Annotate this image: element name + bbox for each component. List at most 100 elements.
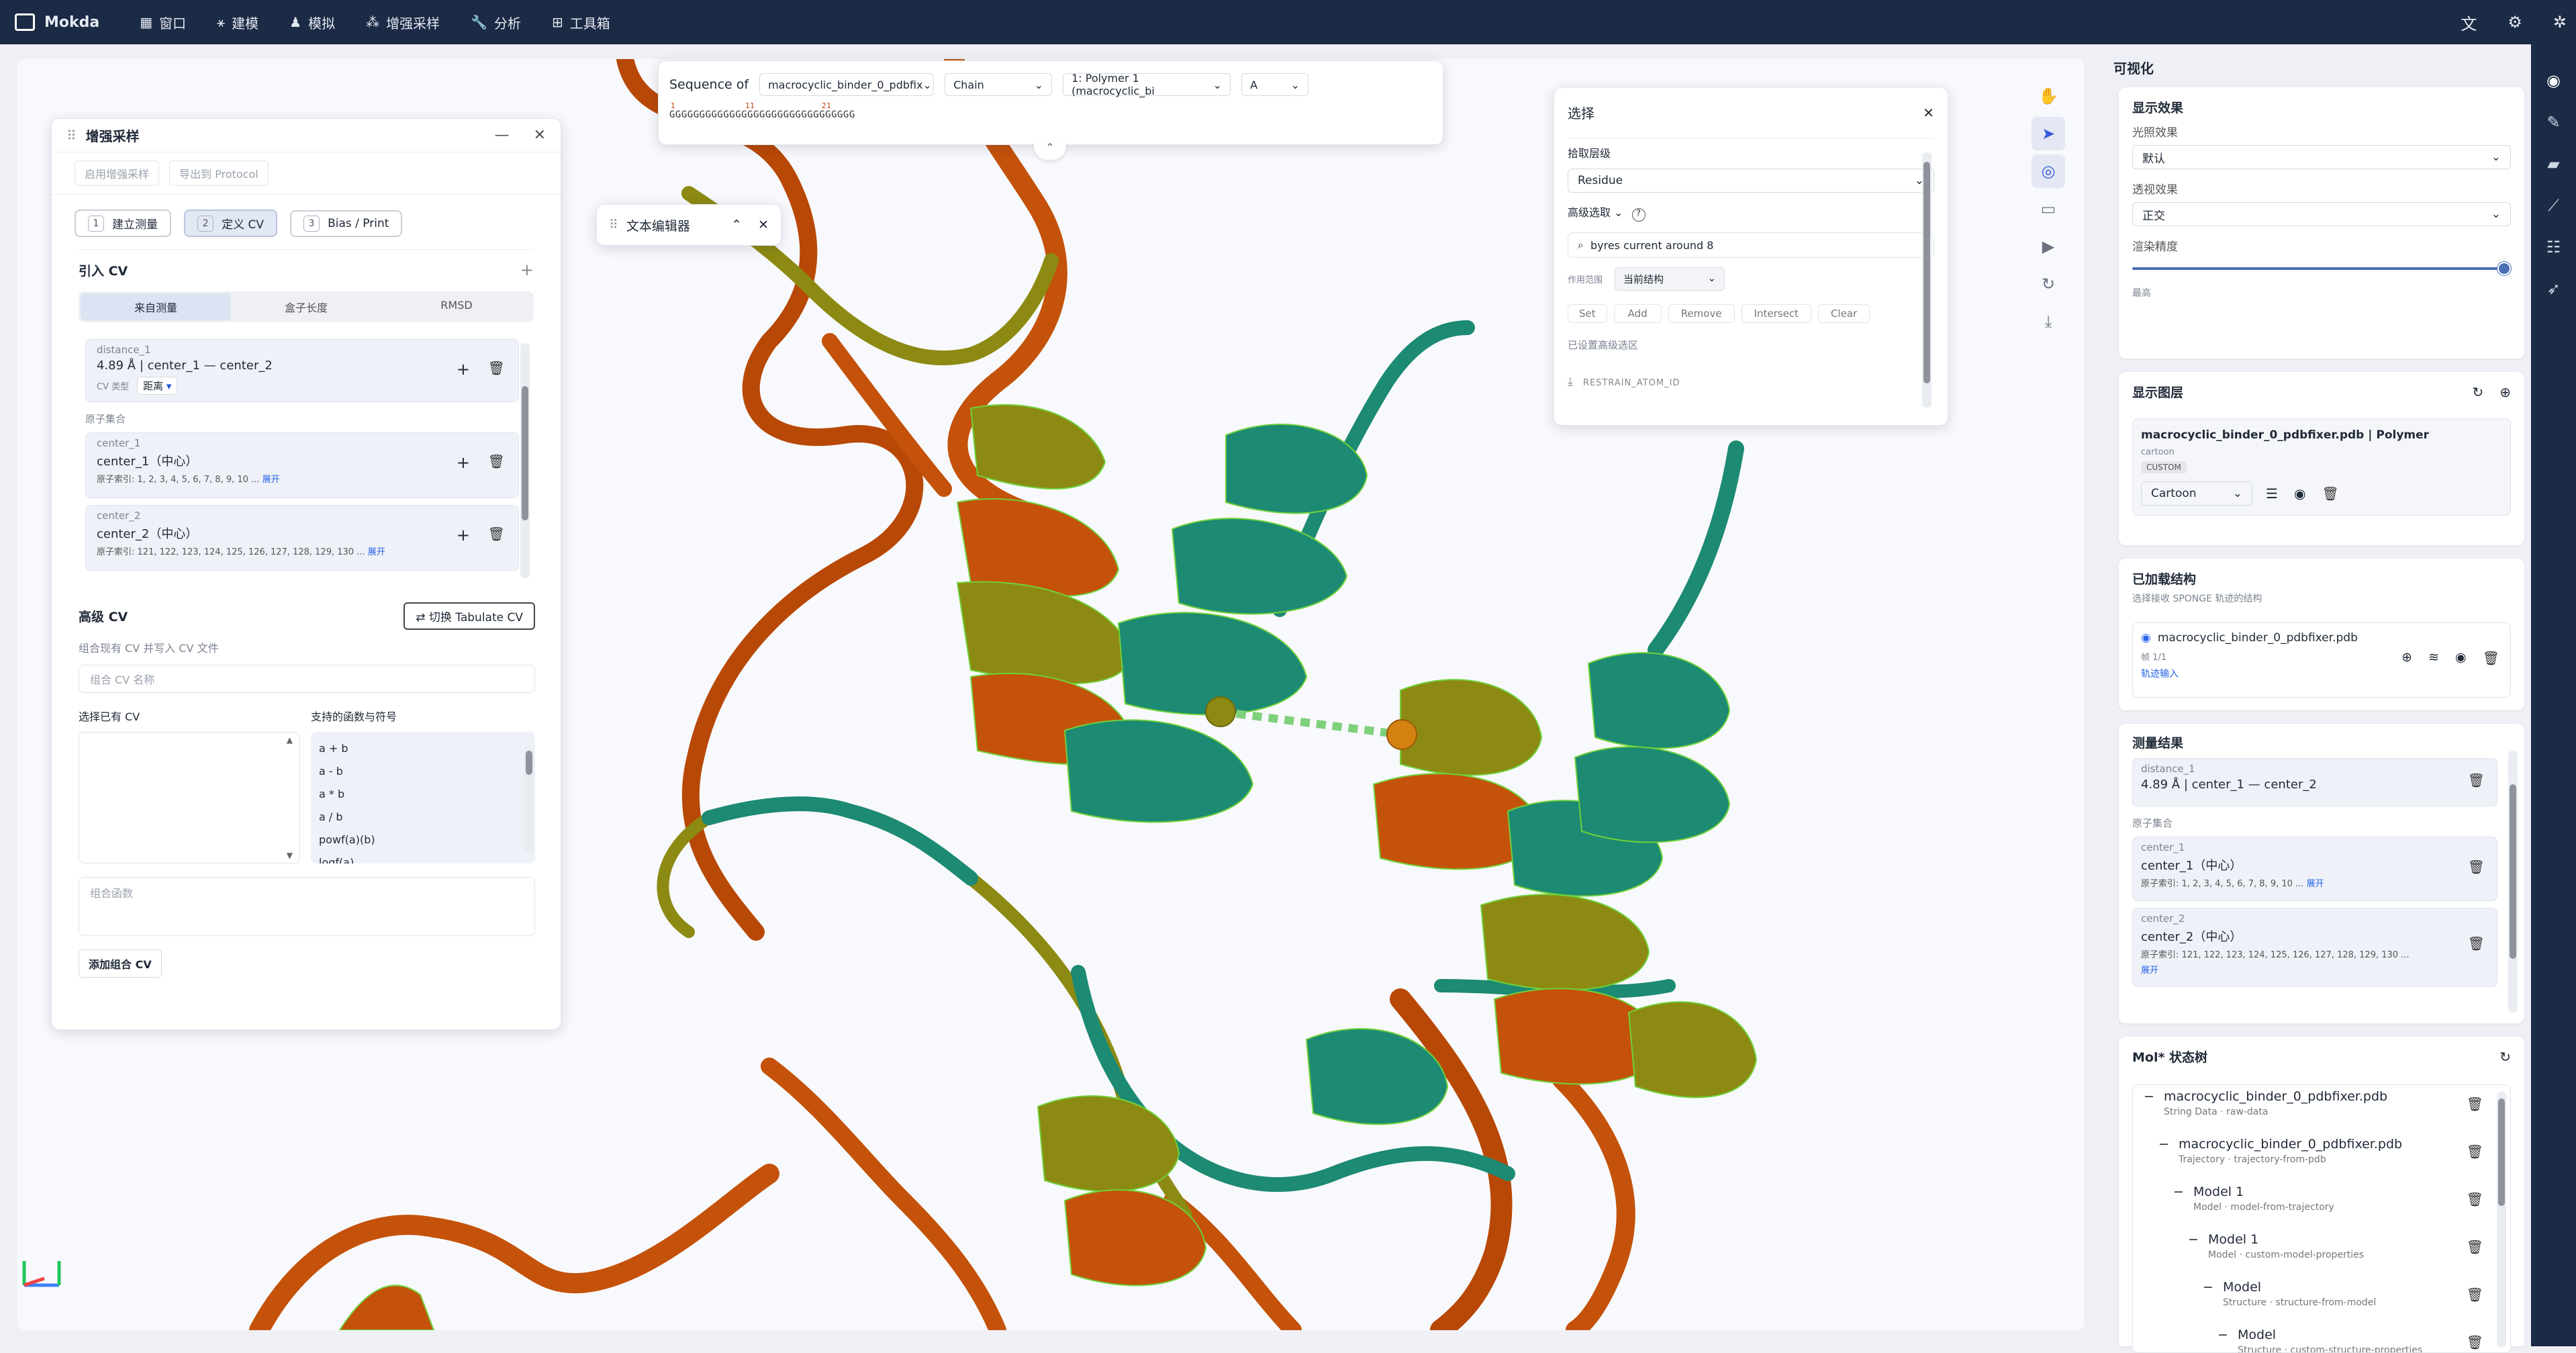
menu-modeling[interactable]: ⚹ 建模 xyxy=(217,13,258,32)
entity-select[interactable]: macrocyclic_binder_0_pdbfix ⌄ xyxy=(759,73,935,96)
expand-icon[interactable]: ⌃ xyxy=(731,218,742,232)
tree-node[interactable]: − Model Structure · custom-structure-prop… xyxy=(2217,1327,2510,1352)
func-scrollbar[interactable] xyxy=(524,745,534,853)
tree-scrollbar[interactable] xyxy=(2497,1092,2506,1347)
options-icon[interactable]: ☰ xyxy=(2266,485,2278,502)
sequence-residues[interactable]: 1 11 21 GGGGGGGGGGGGGGGGGGGGGGGGGGGGGGG xyxy=(669,101,1432,120)
step-define-cv[interactable]: 2 定义 CV xyxy=(184,209,277,237)
add-icon[interactable]: + xyxy=(457,360,470,379)
add-button[interactable]: Add xyxy=(1613,304,1662,323)
distance-card[interactable]: distance_1 4.89 Å | center_1 — center_2 … xyxy=(85,339,519,402)
reset-icon[interactable]: ↻ xyxy=(2032,267,2065,301)
tab-from-measure[interactable]: 来自测量 xyxy=(81,293,231,320)
trash-icon[interactable]: 🗑 xyxy=(2467,1239,2483,1255)
trash-icon[interactable]: 🗑 xyxy=(488,453,505,469)
step-bias-print[interactable]: 3 Bias / Print xyxy=(290,209,403,237)
lighting-select[interactable]: 默认 ⌄ xyxy=(2132,145,2511,169)
mode-select[interactable]: Chain ⌄ xyxy=(945,73,1053,96)
hand-icon[interactable]: ✋ xyxy=(2032,79,2065,113)
function-list[interactable]: a + b a - b a * b a / b powf(a)(b) logf(… xyxy=(311,732,535,864)
existing-cv-list[interactable]: ▲ ▼ xyxy=(79,732,300,864)
radio-selected[interactable]: ◉ xyxy=(2141,631,2151,645)
cv-type-select[interactable]: 距离 ▾ xyxy=(137,377,178,395)
eye-icon[interactable]: ◉ xyxy=(2531,71,2576,90)
export-protocol-button[interactable]: 导出到 Protocol xyxy=(169,160,269,186)
chart-icon[interactable]: ⟋ xyxy=(2531,196,2576,215)
menu-enhanced-sampling[interactable]: ⁂ 增强采样 xyxy=(366,13,440,32)
pencil-icon[interactable]: ✎ xyxy=(2531,113,2576,132)
func-item[interactable]: a / b xyxy=(319,806,527,829)
add-icon[interactable]: + xyxy=(457,453,470,472)
scroll-down-icon[interactable]: ▼ xyxy=(287,851,293,860)
tab-rmsd[interactable]: RMSD xyxy=(381,293,532,320)
translate-icon[interactable]: 文 xyxy=(2461,11,2477,34)
combo-function-input[interactable]: 组合函数 xyxy=(79,877,535,936)
polymer-select[interactable]: 1: Polymer 1 (macrocyclic_bi ⌄ xyxy=(1063,72,1231,97)
chain-select[interactable]: A ⌄ xyxy=(1241,73,1309,96)
func-item[interactable]: a - b xyxy=(319,760,527,783)
trash-icon[interactable]: 🗑 xyxy=(2467,1191,2483,1207)
intersect-button[interactable]: Intersect xyxy=(1741,304,1811,323)
collapse-icon[interactable]: − xyxy=(2158,1137,2169,1152)
func-item[interactable]: a * b xyxy=(319,783,527,806)
select-pointer-icon[interactable]: ➤ xyxy=(2032,117,2065,150)
collapse-icon[interactable]: − xyxy=(2217,1327,2228,1342)
quality-slider[interactable] xyxy=(2132,261,2511,277)
tree-node[interactable]: − Model 1 Model · custom-model-properties… xyxy=(2188,1232,2510,1280)
download-icon[interactable]: ⤓ xyxy=(1568,375,1574,389)
refresh-icon[interactable]: ↻ xyxy=(2499,1049,2511,1065)
trajectory-input-link[interactable]: 轨迹输入 xyxy=(2141,667,2502,680)
trash-icon[interactable]: 🗑 xyxy=(2468,935,2485,951)
focus-icon[interactable]: ◎ xyxy=(2032,154,2065,188)
quality-slider-handle[interactable] xyxy=(2497,262,2511,275)
close-icon[interactable]: ✕ xyxy=(758,218,769,232)
collapse-icon[interactable]: − xyxy=(2144,1089,2154,1104)
chevron-down-icon[interactable]: ⌄ xyxy=(1614,206,1623,219)
trash-icon[interactable]: 🗑 xyxy=(2467,1096,2483,1112)
gear-icon[interactable]: ✲ xyxy=(2553,13,2567,32)
minimize-icon[interactable]: — xyxy=(495,127,510,144)
ruler-icon[interactable]: ▭ xyxy=(2032,192,2065,226)
menu-analysis[interactable]: 🔧 分析 xyxy=(471,13,521,32)
remove-button[interactable]: Remove xyxy=(1668,304,1735,323)
drag-handle-icon[interactable]: ⠿ xyxy=(66,128,77,144)
measure-results-scrollbar[interactable] xyxy=(2508,751,2518,1013)
switch-tabulate-button[interactable]: ⇄ 切换 Tabulate CV xyxy=(403,602,535,630)
selection-scrollbar[interactable] xyxy=(1922,152,1931,408)
layers-icon[interactable]: ≋ xyxy=(2428,650,2439,666)
func-item[interactable]: a + b xyxy=(319,737,527,760)
collapse-icon[interactable]: − xyxy=(2203,1280,2213,1295)
add-icon[interactable]: + xyxy=(457,526,470,545)
center-2-card[interactable]: center_2 center_2（中心） 原子索引: 121, 122, 12… xyxy=(85,505,519,571)
close-icon[interactable]: ✕ xyxy=(1923,105,1934,121)
restrain-atom-id[interactable]: RESTRAIN_ATOM_ID xyxy=(1583,378,1680,388)
folder-icon[interactable]: ▰ xyxy=(2531,154,2576,173)
trash-icon[interactable]: 🗑 xyxy=(2322,485,2338,502)
drag-handle-icon[interactable]: ⠿ xyxy=(609,218,618,232)
add-layer-icon[interactable]: ⊕ xyxy=(2499,384,2511,400)
func-item[interactable]: logf(a) xyxy=(319,851,527,864)
center-1-card[interactable]: center_1 center_1（中心） 原子索引: 1, 2, 3, 4, … xyxy=(85,432,519,498)
tab-box-length[interactable]: 盒子长度 xyxy=(231,293,381,320)
expand-link[interactable]: 展开 xyxy=(2141,963,2489,976)
perspective-select[interactable]: 正交 ⌄ xyxy=(2132,202,2511,226)
play-icon[interactable]: ▶ xyxy=(2032,230,2065,263)
scroll-up-icon[interactable]: ▲ xyxy=(287,735,293,745)
expand-link[interactable]: 展开 xyxy=(263,475,280,485)
tree-node[interactable]: − Model 1 Model · model-from-trajectory 🗑 xyxy=(2173,1184,2510,1232)
collapse-icon[interactable]: − xyxy=(2188,1232,2199,1247)
structure-item[interactable]: ◉ macrocyclic_binder_0_pdbfixer.pdb 帧 1/1… xyxy=(2132,622,2511,698)
trash-icon[interactable]: 🗑 xyxy=(2468,859,2485,875)
expand-link[interactable]: 展开 xyxy=(368,547,385,557)
step-measure[interactable]: 1 建立测量 xyxy=(75,209,171,237)
menu-simulate[interactable]: ♟ 模拟 xyxy=(289,13,335,32)
add-combo-cv-button[interactable]: 添加组合 CV xyxy=(79,949,162,978)
trash-icon[interactable]: 🗑 xyxy=(2468,772,2485,788)
trash-icon[interactable]: 🗑 xyxy=(2467,1144,2483,1160)
list-icon[interactable]: ☷ xyxy=(2531,238,2576,256)
focus-icon[interactable]: ⊕ xyxy=(2401,650,2412,666)
rocket-icon[interactable]: ➶ xyxy=(2531,279,2576,298)
scope-select[interactable]: 当前结构 ⌄ xyxy=(1615,267,1725,291)
settings-icon[interactable]: ⚙ xyxy=(2508,13,2522,32)
menu-toolbox[interactable]: ⊞ 工具箱 xyxy=(552,13,610,32)
